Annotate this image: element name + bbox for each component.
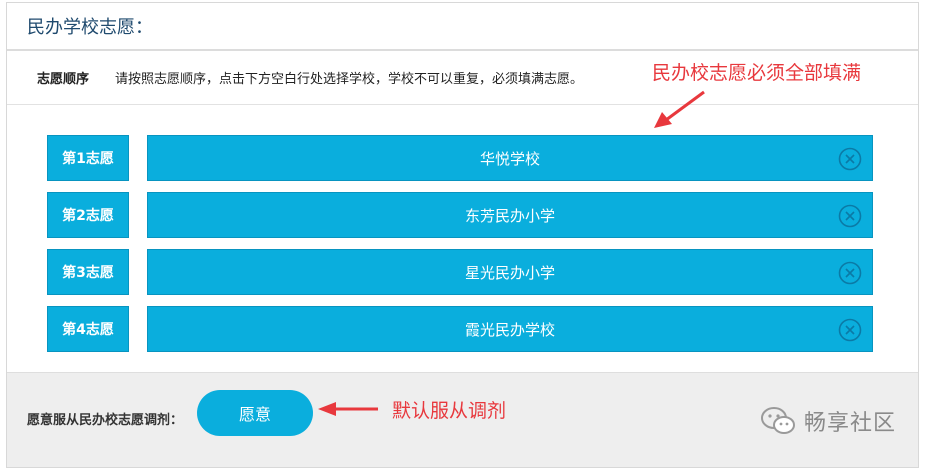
rank-label-2: 第2志愿: [47, 192, 129, 238]
school-select-1[interactable]: 华悦学校: [147, 135, 873, 181]
school-name-3: 星光民办小学: [464, 263, 555, 282]
clear-icon[interactable]: [838, 147, 862, 171]
panel-header: 民办学校志愿：: [7, 3, 918, 51]
school-name-1: 华悦学校: [479, 149, 540, 168]
choice-row-4: 第4志愿 霞光民办学校: [47, 306, 873, 352]
choice-row-1: 第1志愿 华悦学校: [47, 135, 873, 181]
watermark-text: 畅享社区: [804, 411, 897, 436]
instruction-text: 请按照志愿顺序，点击下方空白行处选择学校，学校不可以重复，必须填满志愿。: [115, 72, 584, 87]
wechat-icon: [761, 407, 795, 434]
rank-label-4: 第4志愿: [47, 306, 129, 352]
rank-label-3: 第3志愿: [47, 249, 129, 295]
agree-button[interactable]: 愿意: [197, 390, 313, 436]
school-select-3[interactable]: 星光民办小学: [147, 249, 873, 295]
annotation-default-adjust: 默认服从调剂: [392, 400, 507, 422]
clear-icon[interactable]: [838, 261, 862, 285]
page-title: 民办学校志愿：: [27, 17, 153, 38]
school-name-2: 东芳民办小学: [464, 206, 555, 225]
rank-label-1: 第1志愿: [47, 135, 129, 181]
school-select-4[interactable]: 霞光民办学校: [147, 306, 873, 352]
annotation-arrow-icon: [318, 402, 378, 416]
annotation-arrow-icon: [654, 90, 705, 128]
school-select-2[interactable]: 东芳民办小学: [147, 192, 873, 238]
choice-row-2: 第2志愿 东芳民办小学: [47, 192, 873, 238]
adjustment-label: 愿意服从民办校志愿调剂：: [27, 413, 184, 428]
watermark: 畅享社区: [760, 405, 896, 437]
clear-icon[interactable]: [838, 318, 862, 342]
school-name-4: 霞光民办学校: [464, 320, 555, 339]
order-label: 志愿顺序: [37, 72, 90, 87]
clear-icon[interactable]: [838, 204, 862, 228]
choice-row-3: 第3志愿 星光民办小学: [47, 249, 873, 295]
annotation-fill-all: 民办校志愿必须全部填满: [652, 62, 862, 84]
